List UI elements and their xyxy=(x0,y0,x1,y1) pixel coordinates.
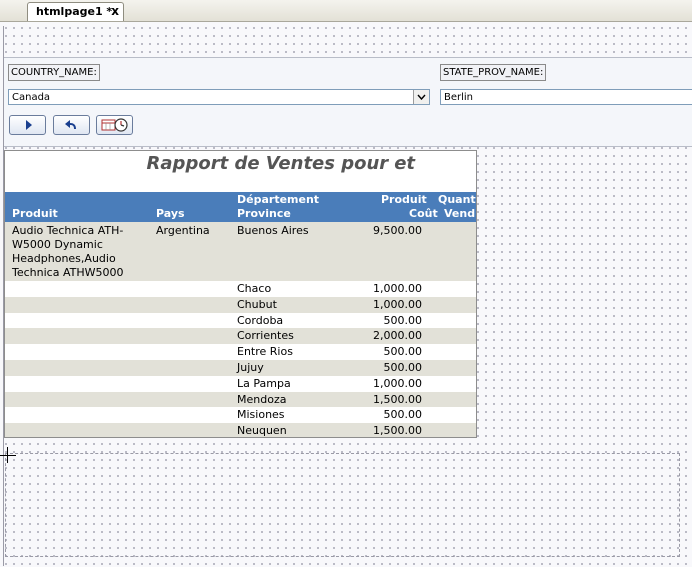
tab-title: htmlpage1 * xyxy=(36,5,113,18)
table-row: La Pampa 1,000.00 xyxy=(5,375,476,392)
header-product-cost-2: Coût xyxy=(409,207,438,220)
header-country: Pays xyxy=(156,207,185,220)
tab-close-icon[interactable]: x xyxy=(111,3,119,20)
province-cell: Jujuy xyxy=(237,361,264,374)
province-cell: Misiones xyxy=(237,408,285,422)
cost-cell: 1,500.00 xyxy=(373,424,422,438)
report-header-row: Produit Pays Département Province Produi… xyxy=(5,192,477,222)
province-cell: Entre Rios xyxy=(237,345,293,359)
chevron-down-icon[interactable] xyxy=(413,90,429,104)
country-cell: Argentina xyxy=(156,224,210,237)
product-line-1: Audio Technica ATH- xyxy=(12,224,124,237)
cost-cell: 500.00 xyxy=(383,361,423,374)
state-prov-name-value: Berlin xyxy=(444,92,474,103)
table-row: Audio Technica ATH- W5000 Dynamic Headph… xyxy=(5,222,476,281)
cost-cell: 1,000.00 xyxy=(373,297,422,311)
crosshair-cursor-vertical xyxy=(7,447,8,463)
run-button[interactable] xyxy=(9,115,46,135)
country-name-select[interactable]: Canada xyxy=(8,89,430,105)
table-row: Corrientes 2,000.00 xyxy=(5,328,476,345)
state-prov-name-label: STATE_PROV_NAME: xyxy=(440,64,547,81)
cost-cell: 2,000.00 xyxy=(373,329,422,343)
table-row: Entre Rios 500.00 xyxy=(5,344,476,360)
province-cell: Neuquen xyxy=(237,424,287,438)
table-row: Cordoba 500.00 xyxy=(5,312,476,329)
header-product-cost-1: Produit xyxy=(381,193,427,206)
cost-cell: 1,000.00 xyxy=(373,376,422,390)
header-quantity-1: Quanti xyxy=(438,193,477,206)
province-cell: Cordoba xyxy=(237,313,284,327)
cost-cell: 1,000.00 xyxy=(373,282,422,295)
province-cell: Chubut xyxy=(237,297,277,311)
table-row: Jujuy 500.00 xyxy=(5,360,476,376)
province-cell: La Pampa xyxy=(237,376,291,390)
state-prov-name-input[interactable]: Berlin xyxy=(440,89,692,105)
table-row: Misiones 500.00 xyxy=(5,407,476,424)
undo-arrow-icon xyxy=(65,120,76,129)
province-cell: Mendoza xyxy=(237,392,287,406)
editor-tab-bar: htmlpage1 * x xyxy=(0,0,692,22)
options-button[interactable] xyxy=(96,115,133,135)
table-row: Chaco 1,000.00 xyxy=(5,281,476,297)
cost-cell: 1,500.00 xyxy=(373,392,422,406)
calendar-clock-icon xyxy=(101,118,128,132)
report-title: Rapport de Ventes pour et xyxy=(5,153,475,174)
play-icon xyxy=(26,120,32,130)
report-title-main: Rapport de Ventes pour xyxy=(146,153,389,174)
report-title-tail: et xyxy=(394,153,415,174)
country-name-label: COUNTRY_NAME: xyxy=(8,64,100,81)
table-row: Neuquen 1,500.00 xyxy=(5,423,476,438)
header-province: Province xyxy=(237,207,291,220)
cost-cell: 500.00 xyxy=(383,345,423,359)
tab-htmlpage1[interactable]: htmlpage1 * x xyxy=(27,2,124,21)
cost-cell: 500.00 xyxy=(383,408,423,422)
province-cell: Buenos Aires xyxy=(237,224,309,237)
cost-cell: 9,500.00 xyxy=(373,224,422,237)
product-line-3: Headphones,Audio xyxy=(12,252,116,265)
header-department: Département xyxy=(237,193,320,206)
product-line-2: W5000 Dynamic xyxy=(12,238,103,251)
header-product: Produit xyxy=(12,207,58,220)
table-row: Chubut 1,000.00 xyxy=(5,296,476,313)
table-row: Mendoza 1,500.00 xyxy=(5,391,476,408)
product-line-4: Technica ATHW5000 xyxy=(12,266,124,279)
cost-cell: 500.00 xyxy=(383,313,423,327)
header-quantity-2: Vend xyxy=(444,207,476,220)
province-cell: Chaco xyxy=(237,282,272,295)
country-name-value: Canada xyxy=(12,92,51,103)
province-cell: Corrientes xyxy=(237,329,294,343)
empty-drop-area[interactable] xyxy=(5,453,680,557)
report-preview: Rapport de Ventes pour et Produit Pays Dé… xyxy=(4,150,477,438)
crosshair-cursor xyxy=(0,455,16,456)
back-button[interactable] xyxy=(53,115,90,135)
